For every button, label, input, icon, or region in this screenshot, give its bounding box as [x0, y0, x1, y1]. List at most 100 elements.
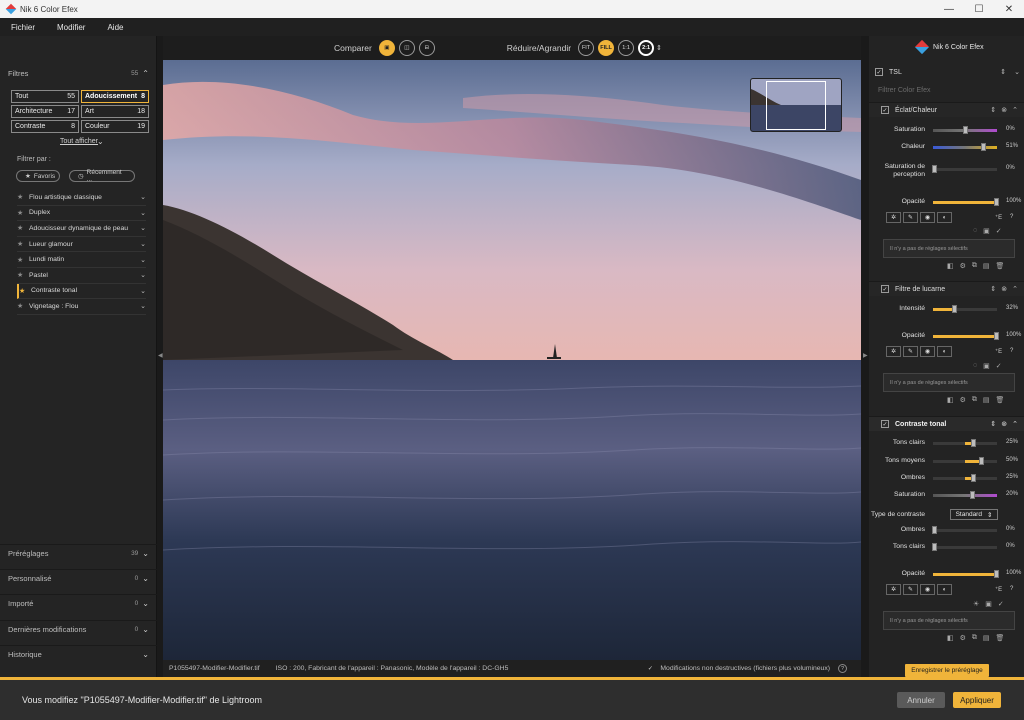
mask-view-icon[interactable]: ▣ [983, 362, 990, 372]
delete-filter-icon[interactable]: ⊗ [1001, 106, 1007, 114]
slider-knob[interactable] [932, 526, 937, 534]
collapse-left-icon[interactable]: ◀ [158, 352, 163, 359]
help-icon[interactable]: ? [838, 664, 847, 673]
copy-icon[interactable]: ⧉ [972, 262, 977, 272]
settings-icon[interactable]: ⚙ [960, 634, 966, 644]
recent-edits-section-header[interactable]: Dernières modifications 0 ⌄ [0, 620, 157, 638]
slider-track[interactable] [932, 526, 997, 534]
zoom-2-1-button[interactable]: 2:1 [638, 40, 655, 56]
radial-gradient-icon[interactable]: ◉ [920, 346, 935, 357]
slider-track[interactable] [933, 570, 999, 578]
filter-search-input[interactable]: Filtrer Color Efex [878, 87, 931, 94]
category-art[interactable]: Art 18 [81, 105, 149, 118]
compare-side-by-side-button[interactable]: ⊟ [418, 40, 435, 56]
linear-gradient-icon[interactable]: ◐ [937, 346, 952, 357]
slider-knob[interactable] [932, 165, 937, 173]
slider-ombres-2[interactable]: Ombres 0% [869, 524, 1024, 536]
star-icon[interactable]: ★ [17, 256, 29, 264]
slider-saturation-perception[interactable]: Saturation de perception 0% [869, 163, 1024, 179]
filter-item[interactable]: ★ Lundi matin ⌄ [17, 252, 146, 268]
menu-aide[interactable]: Aide [96, 23, 134, 32]
filter-item[interactable]: ★ Vignetage : Flou ⌄ [17, 299, 146, 315]
paste-icon[interactable]: ▤ [983, 262, 990, 272]
filter-item-active[interactable]: ★ Contraste tonal ⌄ [17, 283, 146, 300]
slider-tons-clairs[interactable]: Tons clairs 25% [869, 437, 1024, 449]
star-icon[interactable]: ★ [17, 302, 29, 310]
slider-knob[interactable] [971, 439, 976, 447]
slider-saturation-contraste[interactable]: Saturation 20% [869, 489, 1024, 501]
zoom-stepper-icon[interactable]: ⇕ [656, 44, 662, 52]
copy-icon[interactable]: ⧉ [972, 634, 977, 644]
category-tout[interactable]: Tout 55 [11, 90, 79, 103]
check-icon[interactable]: ✓ [996, 362, 1002, 372]
history-section-header[interactable]: Historique ⌄ [0, 645, 157, 663]
copy-icon[interactable]: ⧉ [972, 396, 977, 406]
chevron-up-icon[interactable]: ⌃ [1012, 285, 1018, 293]
chevron-up-icon[interactable]: ⌃ [1012, 106, 1018, 114]
slider-knob[interactable] [952, 305, 957, 313]
slider-track[interactable] [933, 474, 997, 482]
filter-item[interactable]: ★ Duplex ⌄ [17, 206, 146, 222]
star-icon[interactable]: ★ [17, 209, 29, 217]
category-adoucissement[interactable]: Adoucissement 8 [81, 90, 149, 103]
right-panel-splitter[interactable]: ▶ [861, 36, 869, 680]
navigator-thumbnail[interactable] [750, 78, 842, 132]
slider-opacite-contraste[interactable]: Opacité 100% [869, 568, 1024, 580]
collapse-right-icon[interactable]: ▶ [863, 352, 868, 359]
close-button[interactable]: ✕ [994, 0, 1024, 18]
save-preset-button[interactable]: Enregistrer le préréglage [905, 664, 989, 677]
delete-filter-icon[interactable]: ⊗ [1001, 285, 1007, 293]
slider-tons-clairs-2[interactable]: Tons clairs 0% [869, 541, 1024, 553]
slider-knob[interactable] [979, 457, 984, 465]
image-preview[interactable] [163, 60, 861, 660]
invert-mask-icon[interactable]: ◌ [973, 362, 977, 372]
zoom-1-1-button[interactable]: 1:1 [618, 40, 635, 56]
imported-section-header[interactable]: Importé 0 ⌄ [0, 594, 157, 612]
brush-icon[interactable]: ✎ [903, 584, 918, 595]
trash-icon[interactable]: 🗑 [996, 634, 1005, 644]
slider-track[interactable] [933, 126, 997, 134]
control-point-icon[interactable]: ✲ [886, 346, 901, 357]
slider-knob[interactable] [994, 198, 999, 206]
chevron-down-icon[interactable]: ⌄ [97, 137, 104, 146]
chevron-down-icon[interactable]: ⌄ [140, 193, 146, 201]
chevron-down-icon[interactable]: ⌄ [140, 287, 146, 295]
slider-opacite-eclat[interactable]: Opacité 100% [869, 196, 1024, 208]
slider-track[interactable] [932, 543, 997, 551]
mask-icon[interactable]: ◧ [947, 396, 954, 406]
slider-knob[interactable] [963, 126, 968, 134]
slider-knob[interactable] [970, 491, 975, 499]
maximize-button[interactable]: ☐ [964, 0, 994, 18]
mask-view-icon[interactable]: ▣ [985, 600, 992, 610]
slider-intensite[interactable]: Intensité 32% [869, 303, 1024, 315]
reorder-icon[interactable]: ⇕ [990, 106, 996, 114]
linear-gradient-icon[interactable]: ◐ [937, 584, 952, 595]
mask-view-icon[interactable]: ▣ [983, 227, 990, 237]
radial-gradient-icon[interactable]: ◉ [920, 212, 935, 223]
presets-section-header[interactable]: Préréglages 39 ⌄ [0, 544, 157, 562]
brush-icon[interactable]: ✎ [903, 212, 918, 223]
brush-icon[interactable]: ✎ [903, 346, 918, 357]
menu-fichier[interactable]: Fichier [0, 23, 46, 32]
slider-knob[interactable] [971, 474, 976, 482]
slider-track[interactable] [933, 332, 999, 340]
eclat-chaleur-header[interactable]: ✓ Éclat/Chaleur ⇕ ⊗ ⌃ [869, 102, 1024, 117]
slider-tons-moyens[interactable]: Tons moyens 50% [869, 455, 1024, 467]
settings-icon[interactable]: ⚙ [960, 262, 966, 272]
slider-knob[interactable] [994, 570, 999, 578]
mask-icon[interactable]: ◧ [947, 634, 954, 644]
linear-gradient-icon[interactable]: ◐ [937, 212, 952, 223]
cancel-button[interactable]: Annuler [897, 692, 945, 708]
recent-pill[interactable]: ◷ Récemment ... [69, 169, 135, 183]
mask-option-icon[interactable]: ⁺E [995, 586, 1002, 593]
star-icon[interactable]: ★ [17, 240, 29, 248]
contraste-enable-checkbox[interactable]: ✓ [881, 420, 889, 428]
slider-track[interactable] [933, 457, 997, 465]
nondestructive-checkbox[interactable]: ✓ [646, 665, 654, 673]
navigator-viewport[interactable] [766, 81, 826, 130]
sort-icon[interactable]: ⇕ [1000, 68, 1006, 76]
check-icon[interactable]: ✓ [998, 600, 1004, 610]
favorites-pill[interactable]: ★ Favoris [16, 170, 60, 182]
chevron-down-icon[interactable]: ⌄ [140, 302, 146, 310]
menu-modifier[interactable]: Modifier [46, 23, 96, 32]
